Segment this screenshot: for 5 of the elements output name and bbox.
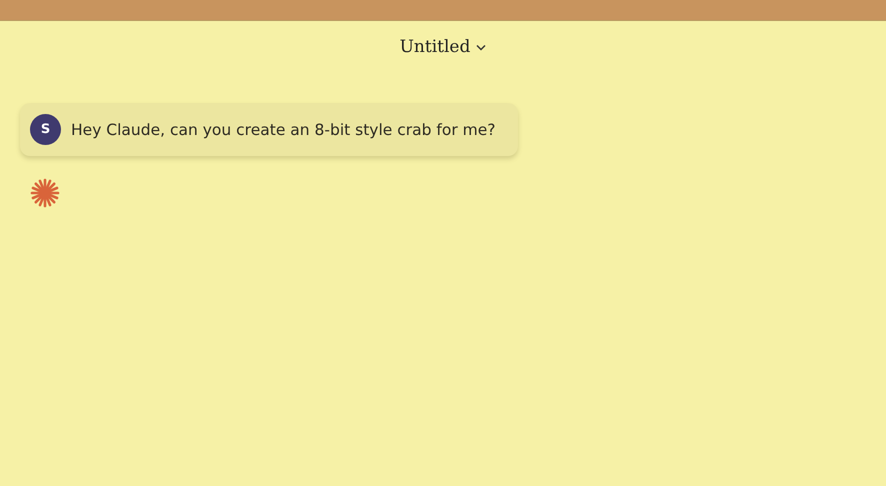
title-dropdown[interactable]: Untitled — [396, 35, 490, 59]
user-avatar: S — [30, 114, 61, 145]
chevron-down-icon — [476, 44, 486, 50]
starburst-icon — [30, 178, 60, 208]
message-text: Hey Claude, can you create an 8-bit style crab for me? — [71, 120, 496, 138]
